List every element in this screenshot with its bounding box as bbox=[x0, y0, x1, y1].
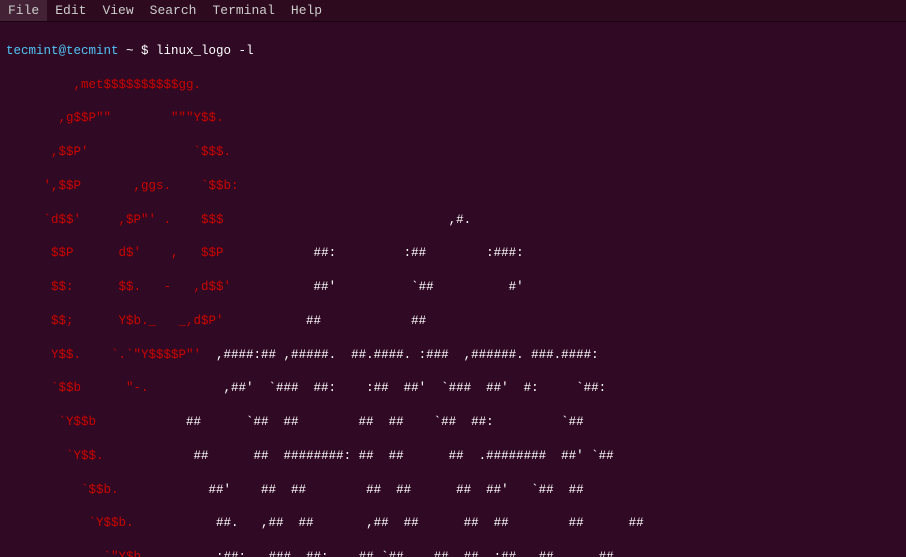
menu-view[interactable]: View bbox=[94, 0, 141, 21]
menu-help[interactable]: Help bbox=[283, 0, 330, 21]
menu-edit[interactable]: Edit bbox=[47, 0, 94, 21]
menubar: File Edit View Search Terminal Help bbox=[0, 0, 906, 22]
menu-search[interactable]: Search bbox=[142, 0, 205, 21]
menu-terminal[interactable]: Terminal bbox=[204, 0, 282, 21]
menu-file[interactable]: File bbox=[0, 0, 47, 21]
terminal-window: tecmint@tecmint ~ $ linux_logo -l ,met$$… bbox=[0, 22, 906, 557]
terminal-content[interactable]: tecmint@tecmint ~ $ linux_logo -l ,met$$… bbox=[0, 22, 906, 557]
